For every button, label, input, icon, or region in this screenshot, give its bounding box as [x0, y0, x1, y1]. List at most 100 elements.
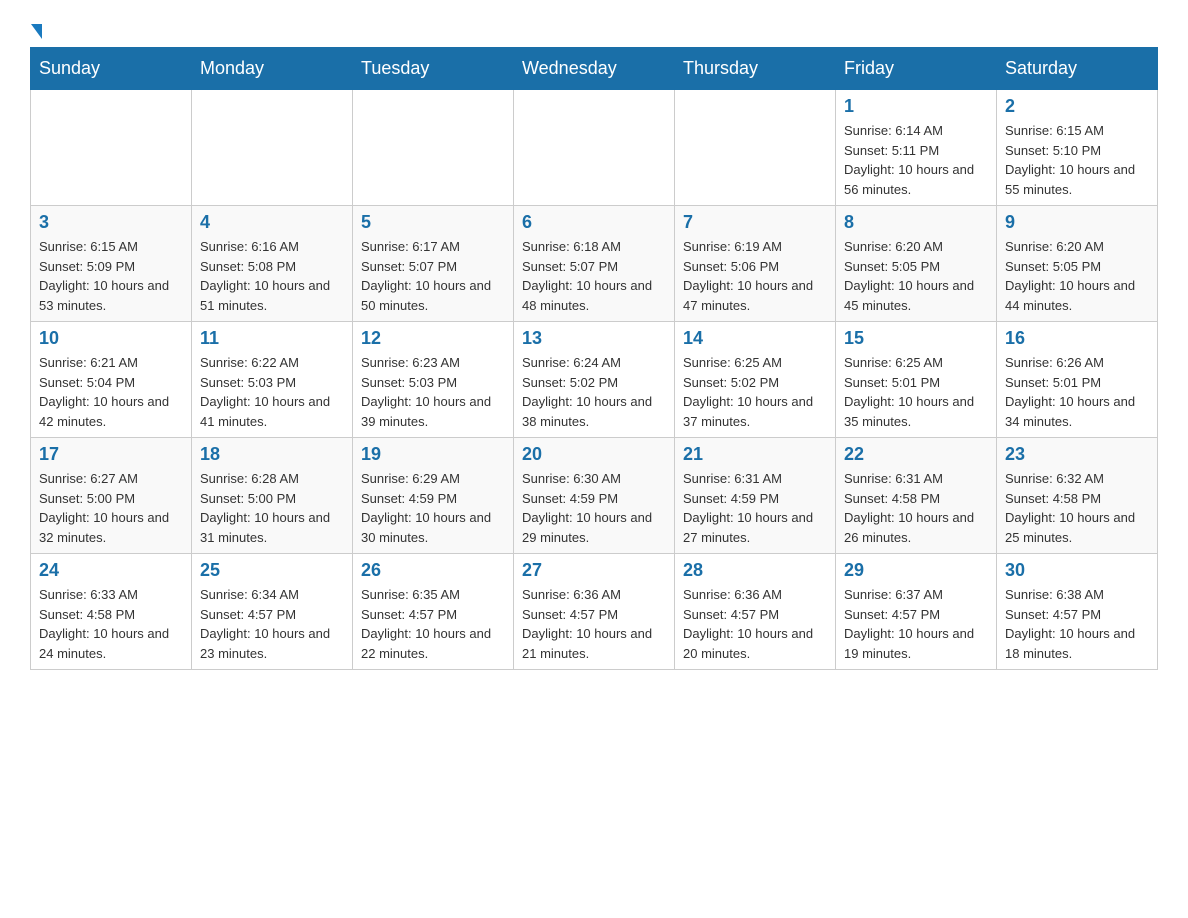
calendar-cell: [31, 90, 192, 206]
day-info: Sunrise: 6:15 AMSunset: 5:10 PMDaylight:…: [1005, 121, 1149, 199]
day-number: 14: [683, 328, 827, 349]
day-info: Sunrise: 6:34 AMSunset: 4:57 PMDaylight:…: [200, 585, 344, 663]
calendar-cell: [192, 90, 353, 206]
day-info: Sunrise: 6:19 AMSunset: 5:06 PMDaylight:…: [683, 237, 827, 315]
day-number: 13: [522, 328, 666, 349]
day-number: 15: [844, 328, 988, 349]
day-info: Sunrise: 6:18 AMSunset: 5:07 PMDaylight:…: [522, 237, 666, 315]
calendar-cell: 6 Sunrise: 6:18 AMSunset: 5:07 PMDaylight…: [514, 206, 675, 322]
day-number: 24: [39, 560, 183, 581]
day-number: 12: [361, 328, 505, 349]
calendar-cell: 10 Sunrise: 6:21 AMSunset: 5:04 PMDayligh…: [31, 322, 192, 438]
calendar-cell: 28 Sunrise: 6:36 AMSunset: 4:57 PMDayligh…: [675, 554, 836, 670]
calendar-cell: 13 Sunrise: 6:24 AMSunset: 5:02 PMDayligh…: [514, 322, 675, 438]
day-number: 17: [39, 444, 183, 465]
day-number: 7: [683, 212, 827, 233]
day-info: Sunrise: 6:16 AMSunset: 5:08 PMDaylight:…: [200, 237, 344, 315]
day-number: 30: [1005, 560, 1149, 581]
day-info: Sunrise: 6:20 AMSunset: 5:05 PMDaylight:…: [1005, 237, 1149, 315]
day-number: 20: [522, 444, 666, 465]
day-number: 1: [844, 96, 988, 117]
day-number: 28: [683, 560, 827, 581]
week-row-4: 17 Sunrise: 6:27 AMSunset: 5:00 PMDayligh…: [31, 438, 1158, 554]
calendar-cell: 11 Sunrise: 6:22 AMSunset: 5:03 PMDayligh…: [192, 322, 353, 438]
calendar-cell: 8 Sunrise: 6:20 AMSunset: 5:05 PMDaylight…: [836, 206, 997, 322]
calendar-cell: 5 Sunrise: 6:17 AMSunset: 5:07 PMDaylight…: [353, 206, 514, 322]
day-info: Sunrise: 6:36 AMSunset: 4:57 PMDaylight:…: [522, 585, 666, 663]
day-number: 19: [361, 444, 505, 465]
day-info: Sunrise: 6:20 AMSunset: 5:05 PMDaylight:…: [844, 237, 988, 315]
calendar-cell: 17 Sunrise: 6:27 AMSunset: 5:00 PMDayligh…: [31, 438, 192, 554]
calendar-cell: 16 Sunrise: 6:26 AMSunset: 5:01 PMDayligh…: [997, 322, 1158, 438]
calendar-cell: [353, 90, 514, 206]
weekday-header-row: SundayMondayTuesdayWednesdayThursdayFrid…: [31, 48, 1158, 90]
day-number: 4: [200, 212, 344, 233]
day-number: 23: [1005, 444, 1149, 465]
day-number: 25: [200, 560, 344, 581]
day-number: 27: [522, 560, 666, 581]
calendar-cell: 25 Sunrise: 6:34 AMSunset: 4:57 PMDayligh…: [192, 554, 353, 670]
calendar-cell: 18 Sunrise: 6:28 AMSunset: 5:00 PMDayligh…: [192, 438, 353, 554]
day-number: 6: [522, 212, 666, 233]
week-row-5: 24 Sunrise: 6:33 AMSunset: 4:58 PMDayligh…: [31, 554, 1158, 670]
day-info: Sunrise: 6:36 AMSunset: 4:57 PMDaylight:…: [683, 585, 827, 663]
calendar-cell: 9 Sunrise: 6:20 AMSunset: 5:05 PMDaylight…: [997, 206, 1158, 322]
day-info: Sunrise: 6:22 AMSunset: 5:03 PMDaylight:…: [200, 353, 344, 431]
day-info: Sunrise: 6:38 AMSunset: 4:57 PMDaylight:…: [1005, 585, 1149, 663]
calendar-cell: [514, 90, 675, 206]
day-info: Sunrise: 6:37 AMSunset: 4:57 PMDaylight:…: [844, 585, 988, 663]
calendar-cell: 7 Sunrise: 6:19 AMSunset: 5:06 PMDaylight…: [675, 206, 836, 322]
calendar-cell: 29 Sunrise: 6:37 AMSunset: 4:57 PMDayligh…: [836, 554, 997, 670]
calendar-cell: 2 Sunrise: 6:15 AMSunset: 5:10 PMDaylight…: [997, 90, 1158, 206]
day-number: 10: [39, 328, 183, 349]
day-number: 2: [1005, 96, 1149, 117]
day-number: 11: [200, 328, 344, 349]
day-number: 26: [361, 560, 505, 581]
day-number: 5: [361, 212, 505, 233]
week-row-3: 10 Sunrise: 6:21 AMSunset: 5:04 PMDayligh…: [31, 322, 1158, 438]
calendar-cell: 30 Sunrise: 6:38 AMSunset: 4:57 PMDayligh…: [997, 554, 1158, 670]
day-info: Sunrise: 6:30 AMSunset: 4:59 PMDaylight:…: [522, 469, 666, 547]
day-number: 8: [844, 212, 988, 233]
day-number: 18: [200, 444, 344, 465]
day-number: 29: [844, 560, 988, 581]
day-info: Sunrise: 6:21 AMSunset: 5:04 PMDaylight:…: [39, 353, 183, 431]
day-info: Sunrise: 6:27 AMSunset: 5:00 PMDaylight:…: [39, 469, 183, 547]
calendar-cell: 22 Sunrise: 6:31 AMSunset: 4:58 PMDayligh…: [836, 438, 997, 554]
calendar-cell: 12 Sunrise: 6:23 AMSunset: 5:03 PMDayligh…: [353, 322, 514, 438]
calendar-cell: 3 Sunrise: 6:15 AMSunset: 5:09 PMDaylight…: [31, 206, 192, 322]
weekday-header-monday: Monday: [192, 48, 353, 90]
day-info: Sunrise: 6:25 AMSunset: 5:02 PMDaylight:…: [683, 353, 827, 431]
weekday-header-thursday: Thursday: [675, 48, 836, 90]
day-info: Sunrise: 6:32 AMSunset: 4:58 PMDaylight:…: [1005, 469, 1149, 547]
week-row-1: 1 Sunrise: 6:14 AMSunset: 5:11 PMDaylight…: [31, 90, 1158, 206]
day-number: 21: [683, 444, 827, 465]
weekday-header-friday: Friday: [836, 48, 997, 90]
day-info: Sunrise: 6:31 AMSunset: 4:58 PMDaylight:…: [844, 469, 988, 547]
weekday-header-wednesday: Wednesday: [514, 48, 675, 90]
day-info: Sunrise: 6:15 AMSunset: 5:09 PMDaylight:…: [39, 237, 183, 315]
calendar-cell: 1 Sunrise: 6:14 AMSunset: 5:11 PMDaylight…: [836, 90, 997, 206]
day-info: Sunrise: 6:26 AMSunset: 5:01 PMDaylight:…: [1005, 353, 1149, 431]
day-number: 16: [1005, 328, 1149, 349]
day-info: Sunrise: 6:17 AMSunset: 5:07 PMDaylight:…: [361, 237, 505, 315]
day-info: Sunrise: 6:14 AMSunset: 5:11 PMDaylight:…: [844, 121, 988, 199]
calendar-cell: 23 Sunrise: 6:32 AMSunset: 4:58 PMDayligh…: [997, 438, 1158, 554]
calendar-cell: 24 Sunrise: 6:33 AMSunset: 4:58 PMDayligh…: [31, 554, 192, 670]
day-info: Sunrise: 6:28 AMSunset: 5:00 PMDaylight:…: [200, 469, 344, 547]
page-header: [30, 20, 1158, 37]
day-number: 22: [844, 444, 988, 465]
day-info: Sunrise: 6:33 AMSunset: 4:58 PMDaylight:…: [39, 585, 183, 663]
calendar-cell: 14 Sunrise: 6:25 AMSunset: 5:02 PMDayligh…: [675, 322, 836, 438]
day-number: 3: [39, 212, 183, 233]
logo: [30, 20, 42, 37]
day-info: Sunrise: 6:23 AMSunset: 5:03 PMDaylight:…: [361, 353, 505, 431]
calendar-cell: 15 Sunrise: 6:25 AMSunset: 5:01 PMDayligh…: [836, 322, 997, 438]
day-info: Sunrise: 6:24 AMSunset: 5:02 PMDaylight:…: [522, 353, 666, 431]
calendar-cell: 26Sunrise: 6:35 AMSunset: 4:57 PMDayligh…: [353, 554, 514, 670]
day-info: Sunrise: 6:25 AMSunset: 5:01 PMDaylight:…: [844, 353, 988, 431]
day-number: 9: [1005, 212, 1149, 233]
week-row-2: 3 Sunrise: 6:15 AMSunset: 5:09 PMDaylight…: [31, 206, 1158, 322]
day-info: Sunrise: 6:29 AMSunset: 4:59 PMDaylight:…: [361, 469, 505, 547]
weekday-header-sunday: Sunday: [31, 48, 192, 90]
